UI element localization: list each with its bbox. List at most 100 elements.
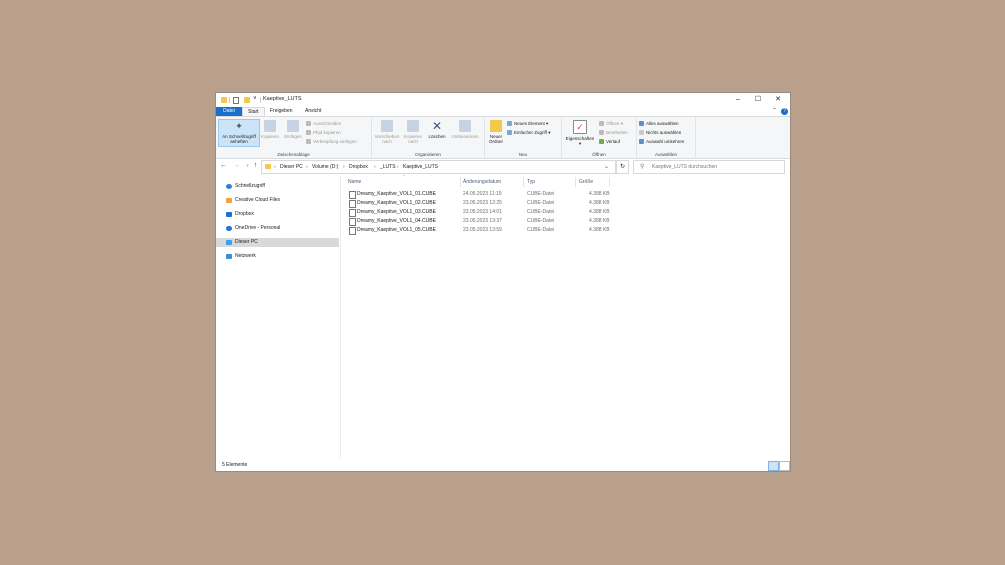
refresh-icon[interactable]: ↻ [616, 160, 629, 174]
file-icon [349, 227, 356, 235]
file-date: 23.05.2023 12:25 [463, 200, 502, 206]
up-arrow-icon[interactable]: ↑ [251, 161, 260, 171]
back-arrow-icon[interactable]: ← [219, 161, 228, 171]
file-type: CUBE-Datei [527, 218, 555, 224]
move-icon [381, 120, 393, 132]
nav-item-dropbox[interactable]: Dropbox [216, 210, 339, 219]
breadcrumb-chevron-icon[interactable]: › [274, 161, 276, 173]
new-folder-label-2: Ordner [488, 139, 503, 144]
column-type[interactable]: Typ [527, 177, 576, 187]
invert-selection-label: Auswahl umkehren [646, 139, 685, 144]
breadcrumb-dieser-pc[interactable]: Dieser PC [280, 161, 303, 173]
pin-label-2: anheften [230, 139, 248, 144]
item-count: 5 Elemente [222, 462, 248, 468]
minimize-button[interactable]: – [729, 95, 747, 105]
group-zwischenablage: ✦ An Schnellzugriff anheften Kopieren Ei… [216, 117, 372, 158]
breadcrumb-chevron-icon[interactable]: › [343, 161, 345, 173]
breadcrumb-chevron-icon[interactable]: › [306, 161, 308, 173]
select-all-icon [639, 121, 644, 127]
invert-selection-button[interactable]: Auswahl umkehren [639, 138, 684, 146]
breadcrumb-chevron-icon[interactable]: › [397, 161, 399, 173]
file-row[interactable]: Dreamy_Kaeptive_VOL1_04.CUBE 23.05.2023 … [346, 217, 786, 226]
file-icon [349, 209, 356, 217]
shortcut-icon [306, 139, 311, 145]
file-type: CUBE-Datei [527, 200, 555, 206]
folder-icon [221, 97, 227, 103]
paste-shortcut-button[interactable]: Verknüpfung einfügen [306, 138, 357, 146]
file-row[interactable]: Dreamy_Kaeptive_VOL1_01.CUBE 24.05.2023 … [346, 190, 786, 199]
address-bar[interactable]: › Dieser PC › Volume (D:) › Dropbox › _L… [261, 160, 616, 174]
maximize-button[interactable]: ☐ [749, 95, 767, 105]
tab-freigeben[interactable]: Freigeben [265, 107, 298, 116]
collapse-ribbon-icon[interactable]: ⌃ [772, 107, 777, 114]
pin-quick-access-button[interactable]: ✦ An Schnellzugriff anheften [218, 119, 260, 147]
large-icons-view-icon[interactable] [779, 461, 790, 471]
paste-shortcut-label: Verknüpfung einfügen [313, 139, 357, 144]
new-folder-button[interactable]: Neuer Ordner [487, 120, 505, 144]
file-icon [349, 218, 356, 226]
help-icon[interactable]: ? [781, 108, 788, 115]
breadcrumb-chevron-icon[interactable]: › [374, 161, 376, 173]
breadcrumb-kaeptive-luts[interactable]: Kaeptive_LUTS [403, 161, 438, 173]
copy-path-label: Pfad kopieren [313, 130, 341, 135]
qat-dropdown-icon[interactable]: ∨ [253, 95, 259, 101]
search-box[interactable]: ⚲ Kaeptive_LUTS durchsuchen [633, 160, 785, 174]
file-date: 23.05.2023 13:37 [463, 218, 502, 224]
ribbon-tabs: Datei Start Freigeben Ansicht ⌃ ? [216, 107, 790, 117]
new-item-button[interactable]: Neues Element ▾ [507, 120, 548, 128]
tab-ansicht[interactable]: Ansicht [300, 107, 326, 116]
nav-label: Netzwerk [235, 253, 256, 259]
breadcrumb-volume-d[interactable]: Volume (D:) [312, 161, 338, 173]
easy-access-label: Einfacher Zugriff [514, 130, 547, 135]
pin-icon: ✦ [235, 121, 243, 131]
address-dropdown-icon[interactable]: ⌄ [604, 161, 609, 173]
properties-icon[interactable] [233, 97, 239, 104]
nav-item-creative-cloud[interactable]: Creative Cloud Files [216, 196, 339, 205]
tab-datei[interactable]: Datei [216, 107, 242, 116]
edit-button[interactable]: Bearbeiten [599, 129, 628, 137]
file-name: Dreamy_Kaeptive_VOL1_04.CUBE [357, 218, 436, 224]
rename-button[interactable]: Umbenennen [449, 120, 481, 139]
copy-button[interactable]: Kopieren [260, 120, 280, 139]
open-label: Öffnen [606, 121, 620, 126]
paste-button[interactable]: Einfügen [282, 120, 304, 139]
file-name: Dreamy_Kaeptive_VOL1_02.CUBE [357, 200, 436, 206]
properties-check-icon: ✓ [573, 120, 587, 134]
details-view-icon[interactable] [768, 461, 779, 471]
forward-arrow-icon[interactable]: → [232, 161, 241, 171]
breadcrumb-dropbox[interactable]: Dropbox [349, 161, 368, 173]
open-button[interactable]: Öffnen ▾ [599, 120, 623, 128]
group-oeffnen: ✓ Eigenschaften ▾ Öffnen ▾ Bearbeiten Ve… [562, 117, 637, 158]
file-row[interactable]: Dreamy_Kaeptive_VOL1_02.CUBE 23.05.2023 … [346, 199, 786, 208]
file-row[interactable]: Dreamy_Kaeptive_VOL1_03.CUBE 23.05.2023 … [346, 208, 786, 217]
easy-access-button[interactable]: Einfacher Zugriff ▾ [507, 129, 550, 137]
copy-path-button[interactable]: Pfad kopieren [306, 129, 341, 137]
rename-icon [459, 120, 471, 132]
copy-to-button[interactable]: Kopieren nach [402, 120, 424, 144]
group-neu: Neuer Ordner Neues Element ▾ Einfacher Z… [485, 117, 562, 158]
select-all-button[interactable]: Alles auswählen [639, 120, 679, 128]
nav-item-schnellzugriff[interactable]: Schnellzugriff [216, 182, 339, 191]
nav-item-dieser-pc[interactable]: Dieser PC [216, 238, 339, 247]
group-label-organisieren: Organisieren [415, 152, 441, 157]
column-name[interactable]: Name ⌃ [348, 174, 461, 187]
cut-button[interactable]: Ausschneiden [306, 120, 341, 128]
delete-button[interactable]: ✕ Löschen [426, 120, 448, 139]
paste-icon [287, 120, 299, 132]
nav-item-netzwerk[interactable]: Netzwerk [216, 252, 339, 261]
new-folder-icon[interactable] [244, 97, 250, 103]
pane-divider[interactable] [340, 176, 341, 459]
nav-item-onedrive[interactable]: OneDrive - Personal [216, 224, 339, 233]
move-to-button[interactable]: Verschieben nach [373, 120, 401, 144]
file-row[interactable]: Dreamy_Kaeptive_VOL1_05.CUBE 23.05.2023 … [346, 226, 786, 235]
properties-button[interactable]: ✓ Eigenschaften ▾ [563, 120, 597, 146]
file-type: CUBE-Datei [527, 209, 555, 215]
close-button[interactable]: ✕ [769, 95, 787, 105]
breadcrumb-luts[interactable]: _LUTS [380, 161, 396, 173]
select-none-button[interactable]: Nichts auswählen [639, 129, 681, 137]
column-size[interactable]: Größe [579, 177, 610, 187]
copy-label: Kopieren [260, 134, 279, 139]
column-date[interactable]: Änderungsdatum [463, 177, 524, 187]
dropbox-icon [226, 212, 232, 217]
history-button[interactable]: Verlauf [599, 138, 620, 146]
